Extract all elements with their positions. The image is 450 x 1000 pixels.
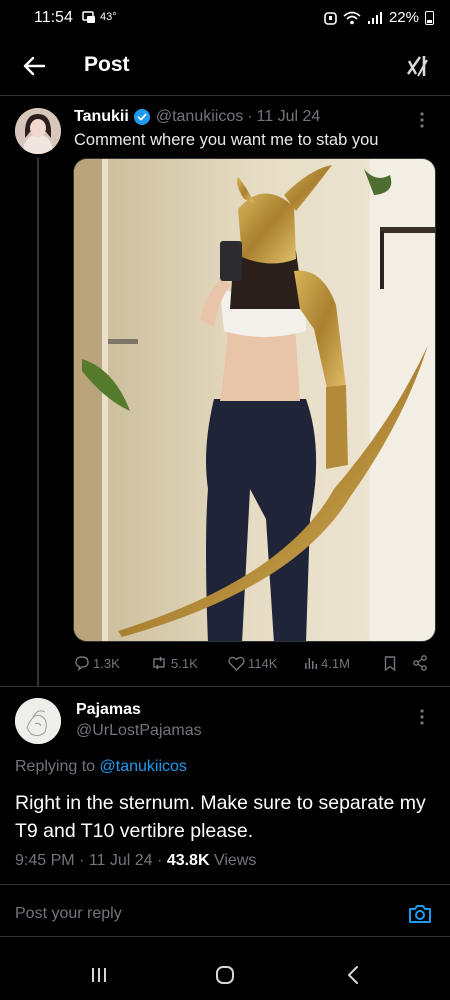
tweet-author-handle[interactable]: @tanukiicos: [156, 108, 243, 126]
system-navigation-bar: [0, 950, 450, 1000]
home-button[interactable]: [210, 962, 240, 988]
reply-views-label: Views: [213, 852, 257, 869]
tweet-media[interactable]: [73, 158, 436, 642]
replying-to-line: Replying to @tanukiicos: [15, 758, 187, 776]
reply-count: 1.3K: [93, 655, 120, 671]
status-temperature: 43°: [100, 11, 117, 23]
back-button[interactable]: [18, 50, 50, 82]
screen-mirror-icon: [82, 11, 95, 23]
header-divider: [0, 95, 450, 96]
reply-views-count[interactable]: 43.8K: [167, 852, 210, 869]
verified-badge-icon: [133, 109, 150, 125]
reply-author-name[interactable]: Pajamas: [76, 701, 141, 719]
replying-to-prefix: Replying to: [15, 758, 96, 775]
view-count: 4.1M: [321, 655, 350, 671]
wifi-icon: [343, 11, 361, 24]
grok-icon: [407, 56, 428, 77]
reply-time: 9:45 PM: [15, 852, 75, 869]
sketch-avatar-image: [15, 698, 61, 744]
share-action[interactable]: [412, 655, 432, 671]
bookmark-action[interactable]: [384, 655, 412, 671]
more-vertical-icon: [420, 112, 424, 128]
tweet-text: Comment where you want me to stab you: [74, 131, 379, 149]
replying-to-link[interactable]: @tanukiicos: [100, 758, 187, 775]
reply-text: Right in the sternum. Make sure to separ…: [15, 792, 426, 842]
reply-date: 11 Jul 24: [88, 852, 153, 869]
repost-icon: [153, 656, 165, 670]
meta-separator: ·: [79, 852, 85, 869]
alarm-icon: [324, 11, 337, 25]
heart-icon: [228, 656, 245, 671]
top-app-bar: Post: [0, 40, 450, 92]
repost-action[interactable]: 5.1K: [150, 655, 228, 671]
home-icon: [216, 966, 234, 984]
system-back-button[interactable]: [338, 962, 368, 988]
share-icon: [413, 655, 427, 671]
page-title: Post: [84, 53, 130, 76]
like-action[interactable]: 114K: [228, 656, 304, 671]
repost-count: 5.1K: [171, 655, 198, 671]
signal-icon: [367, 11, 382, 24]
tweet-author-name[interactable]: Tanukii: [74, 108, 129, 126]
avatar-image: [15, 108, 61, 154]
tweet-divider: [0, 686, 450, 687]
tweet-header: Tanukii @tanukiicos · 11 Jul 24: [74, 108, 320, 126]
reply-divider: [0, 884, 450, 885]
reply-author-avatar[interactable]: [15, 698, 61, 744]
status-time: 11:54: [34, 9, 73, 26]
bookmark-icon: [384, 655, 396, 671]
tweet-more-button[interactable]: [412, 110, 432, 130]
arrow-left-icon: [23, 56, 45, 76]
status-bar: 11:54 43° 22%: [0, 0, 450, 36]
grok-button[interactable]: [402, 50, 434, 82]
tweet-photo: [74, 159, 435, 641]
like-count: 114K: [248, 655, 278, 671]
camera-button[interactable]: [406, 901, 434, 927]
tweet-action-bar: 1.3K 5.1K 114K 4.1M: [74, 652, 436, 674]
more-vertical-icon: [420, 709, 424, 725]
reply-metadata: 9:45 PM · 11 Jul 24 · 43.8K Views: [15, 852, 256, 870]
views-action[interactable]: 4.1M: [304, 656, 384, 671]
reply-more-button[interactable]: [412, 707, 432, 727]
tweet-author-avatar[interactable]: [15, 108, 61, 154]
reply-action[interactable]: 1.3K: [74, 655, 150, 671]
battery-percent: 22%: [388, 9, 419, 26]
reply-author-handle[interactable]: @UrLostPajamas: [76, 722, 202, 740]
recent-apps-icon: [92, 968, 106, 982]
meta-separator: ·: [247, 108, 253, 125]
thread-connector-line: [37, 158, 39, 686]
tweet-date[interactable]: 11 Jul 24: [257, 108, 321, 126]
reply-compose-input[interactable]: Post your reply: [15, 905, 122, 923]
comment-icon: [75, 656, 89, 671]
battery-icon: [425, 10, 434, 25]
compose-divider: [0, 936, 450, 937]
chevron-left-icon: [348, 966, 358, 984]
views-chart-icon: [305, 658, 318, 669]
camera-icon: [409, 905, 431, 923]
recent-apps-button[interactable]: [84, 962, 114, 988]
meta-separator: ·: [157, 852, 163, 869]
